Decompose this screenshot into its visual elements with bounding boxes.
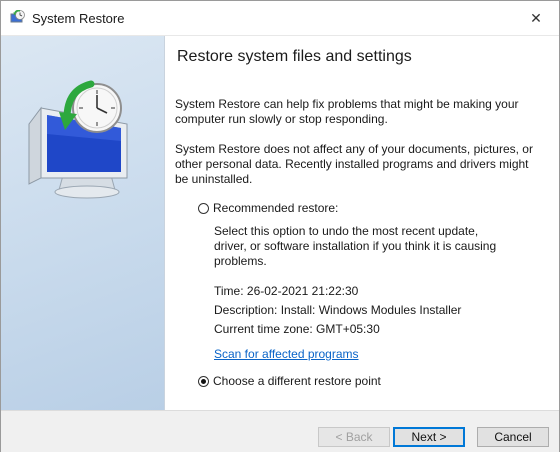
cancel-button[interactable]: Cancel <box>477 427 549 447</box>
intro-paragraph: System Restore can help fix problems tha… <box>175 97 519 126</box>
next-button[interactable]: Next > <box>393 427 465 447</box>
main-content: Restore system files and settings System… <box>175 36 547 410</box>
window-title: System Restore <box>32 11 125 26</box>
close-button[interactable]: ✕ <box>513 1 559 35</box>
recommended-restore-radio[interactable]: Recommended restore: <box>198 201 338 215</box>
restore-timezone: Current time zone: GMT+05:30 <box>214 322 380 336</box>
info-paragraph: System Restore does not affect any of yo… <box>175 142 533 186</box>
button-bar: < Back Next > Cancel <box>1 410 559 452</box>
page-title: Restore system files and settings <box>177 48 412 65</box>
recommended-description: Select this option to undo the most rece… <box>214 224 497 268</box>
recommended-restore-label: Recommended restore: <box>213 201 339 215</box>
scan-affected-programs-link[interactable]: Scan for affected programs <box>214 347 359 361</box>
side-banner <box>1 36 165 410</box>
system-restore-icon <box>10 9 26 26</box>
restore-point-info: Time: 26-02-2021 21:22:30 Description: I… <box>214 284 514 341</box>
restore-description: Description: Install: Windows Modules In… <box>214 303 462 317</box>
system-restore-window: System Restore ✕ Restore system files an… <box>0 0 560 452</box>
restore-time: Time: 26-02-2021 21:22:30 <box>214 284 359 298</box>
back-button[interactable]: < Back <box>318 427 390 447</box>
restore-clock-computer-icon <box>19 66 139 206</box>
radio-button[interactable] <box>198 202 209 214</box>
title-bar: System Restore ✕ <box>1 1 559 36</box>
radio-button[interactable] <box>198 375 209 387</box>
close-icon: ✕ <box>530 9 542 26</box>
different-restore-point-label: Choose a different restore point <box>213 374 381 388</box>
different-restore-point-radio[interactable]: Choose a different restore point <box>198 374 381 388</box>
